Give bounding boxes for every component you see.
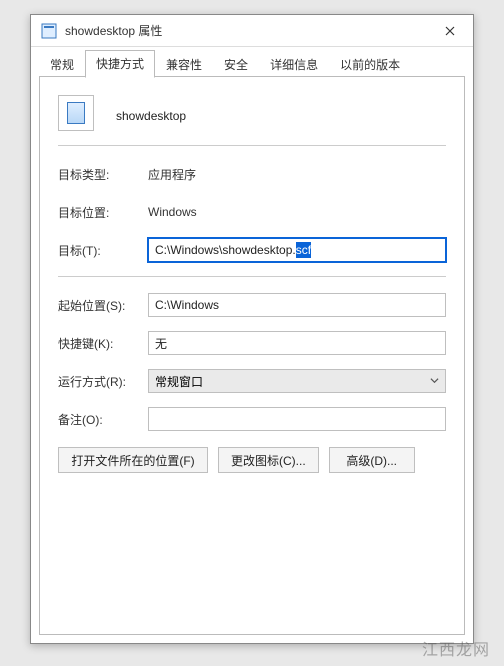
button-row: 打开文件所在的位置(F) 更改图标(C)... 高级(D)... — [58, 447, 446, 473]
tab-compatibility[interactable]: 兼容性 — [155, 51, 213, 78]
advanced-button[interactable]: 高级(D)... — [329, 447, 415, 473]
tab-general[interactable]: 常规 — [39, 51, 85, 78]
comment-input[interactable] — [148, 407, 446, 431]
start-in-input[interactable]: C:\Windows — [148, 293, 446, 317]
tab-previous-versions[interactable]: 以前的版本 — [329, 51, 411, 78]
close-icon — [445, 26, 455, 36]
file-header: showdesktop — [58, 95, 446, 131]
close-button[interactable] — [427, 15, 473, 47]
tab-security[interactable]: 安全 — [213, 51, 259, 78]
separator — [58, 276, 446, 277]
row-target: 目标(T): C:\Windows\showdesktop.scf — [58, 238, 446, 262]
target-input[interactable]: C:\Windows\showdesktop.scf — [148, 238, 446, 262]
start-in-value: C:\Windows — [155, 298, 219, 312]
tabstrip: 常规 快捷方式 兼容性 安全 详细信息 以前的版本 — [31, 47, 473, 77]
tab-shortcut[interactable]: 快捷方式 — [85, 50, 155, 78]
file-icon — [58, 95, 94, 131]
shortcut-key-label: 快捷键(K): — [58, 335, 148, 352]
titlebar: showdesktop 属性 — [31, 15, 473, 47]
run-mode-value: 常规窗口 — [155, 373, 203, 390]
target-value-selection: scf — [296, 242, 311, 258]
shortcut-key-value: 无 — [155, 335, 167, 352]
row-target-location: 目标位置: Windows — [58, 200, 446, 224]
row-comment: 备注(O): — [58, 407, 446, 431]
row-run-mode: 运行方式(R): 常规窗口 — [58, 369, 446, 393]
row-target-type: 目标类型: 应用程序 — [58, 162, 446, 186]
run-mode-label: 运行方式(R): — [58, 373, 148, 390]
comment-label: 备注(O): — [58, 411, 148, 428]
file-name: showdesktop — [116, 103, 186, 123]
tab-details[interactable]: 详细信息 — [259, 51, 329, 78]
window-title: showdesktop 属性 — [65, 22, 427, 39]
chevron-down-icon — [430, 374, 439, 388]
target-label: 目标(T): — [58, 242, 148, 259]
open-file-location-button[interactable]: 打开文件所在的位置(F) — [58, 447, 208, 473]
shortcut-panel: showdesktop 目标类型: 应用程序 目标位置: Windows 目标(… — [39, 77, 465, 635]
row-start-in: 起始位置(S): C:\Windows — [58, 293, 446, 317]
target-location-label: 目标位置: — [58, 204, 148, 221]
row-shortcut-key: 快捷键(K): 无 — [58, 331, 446, 355]
start-in-label: 起始位置(S): — [58, 297, 148, 314]
shortcut-key-input[interactable]: 无 — [148, 331, 446, 355]
app-icon — [41, 23, 57, 39]
change-icon-button[interactable]: 更改图标(C)... — [218, 447, 319, 473]
properties-dialog: showdesktop 属性 常规 快捷方式 兼容性 安全 详细信息 以前的版本… — [30, 14, 474, 644]
target-value-prefix: C:\Windows\showdesktop. — [155, 243, 296, 257]
target-location-value: Windows — [148, 205, 197, 219]
run-mode-select[interactable]: 常规窗口 — [148, 369, 446, 393]
separator — [58, 145, 446, 146]
target-type-value: 应用程序 — [148, 166, 196, 183]
target-type-label: 目标类型: — [58, 166, 148, 183]
